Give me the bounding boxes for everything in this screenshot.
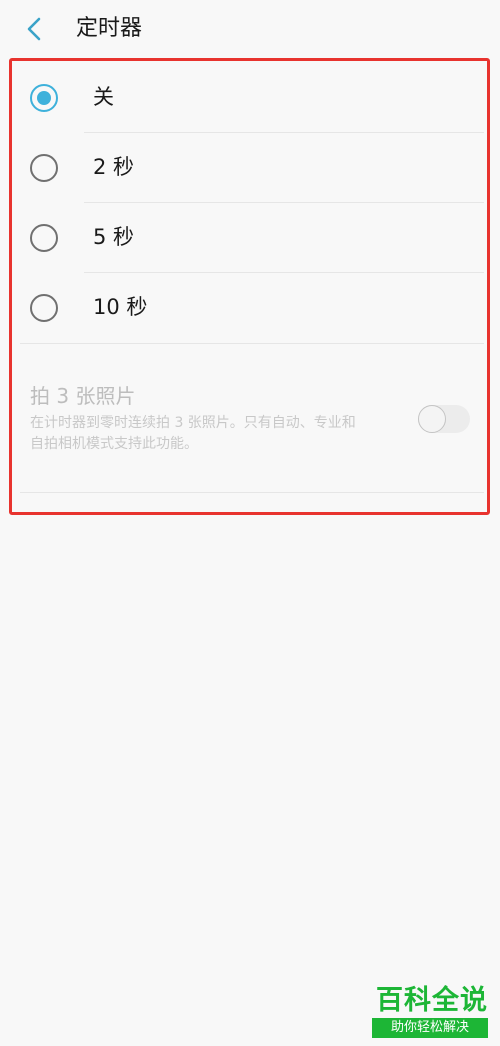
timer-option-5s[interactable]: 5 秒 — [14, 203, 484, 273]
option-label: 5 秒 — [93, 225, 135, 249]
burst-shot-title: 拍 3 张照片 — [30, 384, 136, 408]
timer-option-10s[interactable]: 10 秒 — [14, 273, 484, 343]
option-label: 10 秒 — [93, 295, 148, 319]
burst-shot-description: 在计时器到零时连续拍 3 张照片。只有自动、专业和自拍相机模式支持此功能。 — [30, 415, 356, 452]
chevron-left-icon — [27, 17, 41, 41]
radio-button-selected[interactable] — [30, 84, 58, 112]
option-label: 2 秒 — [93, 155, 135, 179]
page-title: 定时器 — [76, 16, 143, 41]
divider — [20, 343, 484, 344]
timer-option-2s[interactable]: 2 秒 — [14, 133, 484, 203]
burst-shot-toggle[interactable] — [418, 405, 470, 433]
radio-button[interactable] — [30, 294, 58, 322]
toggle-knob — [418, 405, 446, 433]
radio-button[interactable] — [30, 154, 58, 182]
watermark-main-text: 百科全说 — [376, 985, 488, 1016]
divider — [20, 492, 484, 493]
timer-option-off[interactable]: 关 — [14, 63, 484, 133]
watermark-logo: 百科全说 助你轻松解决 — [372, 984, 492, 1040]
radio-button[interactable] — [30, 224, 58, 252]
option-label: 关 — [93, 85, 114, 109]
back-button[interactable] — [18, 10, 54, 48]
watermark-sub-text: 助你轻松解决 — [372, 1018, 488, 1038]
app-header: 定时器 — [0, 0, 500, 60]
